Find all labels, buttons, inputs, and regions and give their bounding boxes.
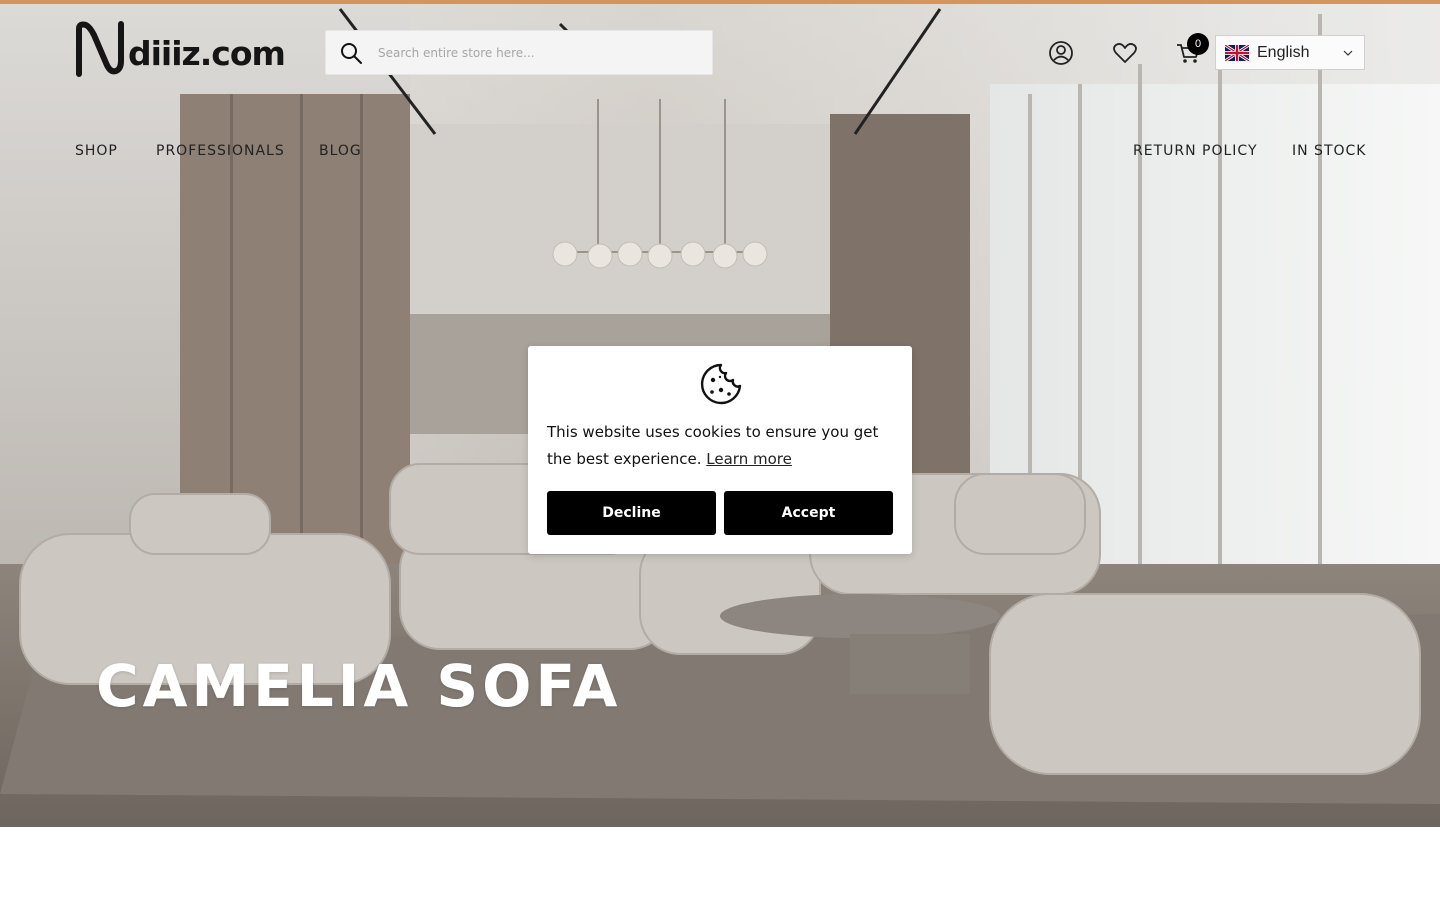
hero-title: CAMELIA SOFA <box>96 652 622 720</box>
language-label: English <box>1257 43 1310 61</box>
cart-count-badge: 0 <box>1187 33 1209 55</box>
cookie-icon <box>700 363 742 405</box>
site-header: diiiz.com 0 English SHOP PROFESS <box>0 4 1440 174</box>
language-selector[interactable]: English <box>1215 35 1365 70</box>
decline-button[interactable]: Decline <box>547 491 716 535</box>
search-icon[interactable] <box>339 41 363 65</box>
logo-mark-icon <box>76 21 124 77</box>
accept-button[interactable]: Accept <box>724 491 893 535</box>
search-input[interactable] <box>378 45 698 60</box>
site-logo[interactable]: diiiz.com <box>74 18 286 80</box>
chevron-down-icon <box>1343 50 1353 56</box>
logo-text: diiiz.com <box>128 33 286 73</box>
learn-more-link[interactable]: Learn more <box>706 450 792 468</box>
wishlist-heart-icon[interactable] <box>1112 40 1138 66</box>
cookie-message: This website uses cookies to ensure you … <box>547 419 897 473</box>
account-icon[interactable] <box>1048 40 1074 66</box>
nav-shop[interactable]: SHOP <box>75 143 118 159</box>
nav-return-policy[interactable]: RETURN POLICY <box>1133 143 1258 159</box>
nav-in-stock[interactable]: IN STOCK <box>1292 143 1366 159</box>
search-bar[interactable] <box>325 30 713 75</box>
nav-professionals[interactable]: PROFESSIONALS <box>156 143 285 159</box>
cookie-consent-dialog: This website uses cookies to ensure you … <box>528 346 912 554</box>
uk-flag-icon <box>1225 44 1249 61</box>
nav-blog[interactable]: BLOG <box>319 143 362 159</box>
